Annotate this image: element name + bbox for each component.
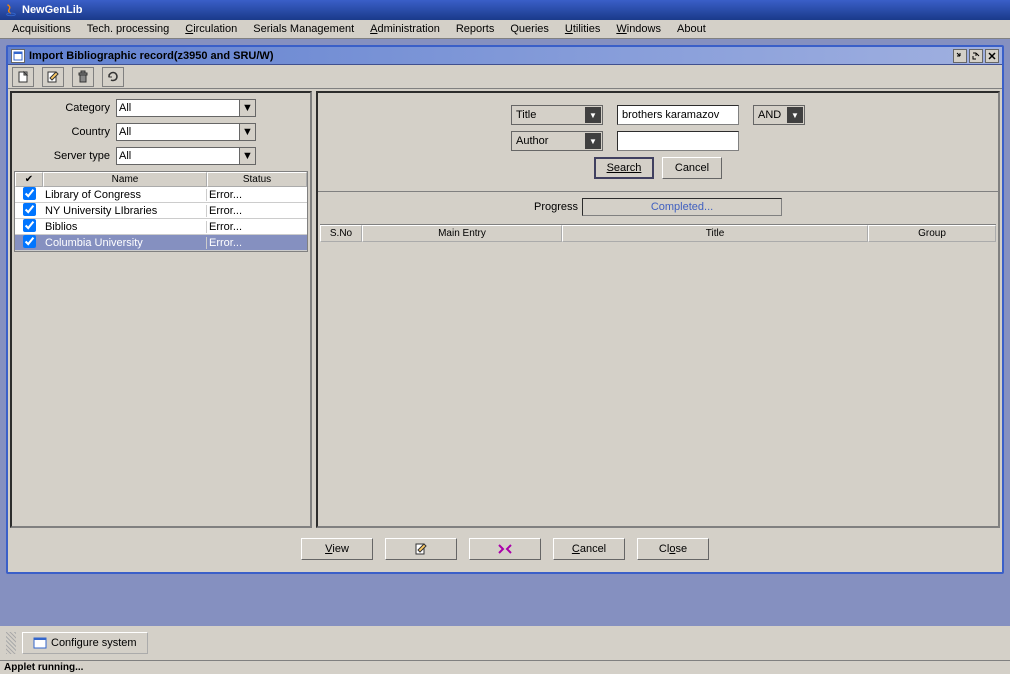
server-row[interactable]: Library of CongressError... [15,187,307,203]
op1-combo[interactable]: AND ▼ [753,105,805,125]
col-main-entry[interactable]: Main Entry [362,225,562,242]
minimize-button[interactable] [953,49,967,63]
col-group[interactable]: Group [868,225,996,242]
close-window-button[interactable]: Close [637,538,709,560]
col-name[interactable]: Name [43,172,207,187]
results-header: S.No Main Entry Title Group [320,225,996,242]
search-area: Title ▼ AND ▼ Author ▼ [318,93,998,191]
maximize-button[interactable] [969,49,983,63]
servertype-combo[interactable]: All ▼ [116,147,256,165]
chevron-down-icon: ▼ [239,100,255,116]
country-label: Country [16,126,116,138]
progress-bar: Completed... [582,198,782,216]
search-button[interactable]: Search [594,157,654,179]
menu-serials[interactable]: Serials Management [245,21,362,37]
col-status[interactable]: Status [207,172,307,187]
delete-button[interactable] [72,67,94,87]
server-status: Error... [207,221,307,233]
menu-windows[interactable]: Windows [608,21,669,37]
server-name: Biblios [43,221,207,233]
field1-input[interactable] [617,105,739,125]
results-body [320,242,996,522]
configure-system-button[interactable]: Configure system [22,632,148,654]
edit-button[interactable] [42,67,64,87]
country-combo[interactable]: All ▼ [116,123,256,141]
chevron-down-icon: ▼ [239,148,255,164]
menu-reports[interactable]: Reports [448,21,503,37]
search-panel: Title ▼ AND ▼ Author ▼ [316,91,1000,528]
app-title: NewGenLib [22,4,83,16]
search-cancel-button[interactable]: Cancel [662,157,722,179]
chevron-down-icon: ▼ [585,133,601,149]
menu-about[interactable]: About [669,21,714,37]
server-status: Error... [207,205,307,217]
bottom-area: Configure system Applet running... [0,626,1010,674]
chevron-down-icon: ▼ [585,107,601,123]
menu-administration[interactable]: Administration [362,21,448,37]
edit-record-button[interactable] [385,538,457,560]
java-icon [4,3,18,17]
server-status: Error... [207,189,307,201]
field2-input[interactable] [617,131,739,151]
bottom-buttons: View Cancel Close [8,530,1002,568]
status-bar: Applet running... [0,660,1010,674]
server-table: ✔ Name Status Library of CongressError..… [14,171,308,252]
server-row[interactable]: NY University LIbrariesError... [15,203,307,219]
servers-panel: Category All ▼ Country All ▼ Server type [10,91,312,528]
col-check[interactable]: ✔ [15,172,43,187]
server-checkbox[interactable] [23,187,36,200]
refresh-button[interactable] [102,67,124,87]
menu-queries[interactable]: Queries [502,21,557,37]
category-combo[interactable]: All ▼ [116,99,256,117]
window-icon [11,49,25,63]
category-label: Category [16,102,116,114]
menu-tech-processing[interactable]: Tech. processing [79,21,178,37]
menu-circulation[interactable]: Circulation [177,21,245,37]
server-name: Library of Congress [43,189,207,201]
internal-titlebar: Import Bibliographic record(z3950 and SR… [8,47,1002,65]
merge-button[interactable] [469,538,541,560]
progress-area: Progress Completed... [318,191,998,222]
import-biblio-window: Import Bibliographic record(z3950 and SR… [6,45,1004,574]
app-titlebar: NewGenLib [0,0,1010,20]
col-title[interactable]: Title [562,225,868,242]
menu-acquisitions[interactable]: Acquisitions [4,21,79,37]
mdi-area: Import Bibliographic record(z3950 and SR… [0,39,1010,580]
chevron-down-icon: ▼ [239,124,255,140]
col-sno[interactable]: S.No [320,225,362,242]
chevron-down-icon: ▼ [787,107,803,123]
server-table-header: ✔ Name Status [15,172,307,187]
server-status: Error... [207,237,307,249]
field1-type-combo[interactable]: Title ▼ [511,105,603,125]
server-row[interactable]: Columbia UniversityError... [15,235,307,251]
server-name: NY University LIbraries [43,205,207,217]
view-button[interactable]: View [301,538,373,560]
progress-label: Progress [534,201,578,213]
close-button[interactable] [985,49,999,63]
servertype-label: Server type [16,150,116,162]
taskbar: Configure system [0,626,1010,660]
menu-utilities[interactable]: Utilities [557,21,608,37]
new-button[interactable] [12,67,34,87]
results-table: S.No Main Entry Title Group [320,224,996,524]
server-checkbox[interactable] [23,219,36,232]
server-name: Columbia University [43,237,207,249]
internal-window-title: Import Bibliographic record(z3950 and SR… [29,50,953,62]
window-icon [33,636,47,650]
server-row[interactable]: BibliosError... [15,219,307,235]
cancel-button[interactable]: Cancel [553,538,625,560]
toolbar [8,65,1002,89]
server-checkbox[interactable] [23,203,36,216]
menubar: Acquisitions Tech. processing Circulatio… [0,20,1010,39]
server-checkbox[interactable] [23,235,36,248]
field2-type-combo[interactable]: Author ▼ [511,131,603,151]
taskbar-handle[interactable] [6,632,16,654]
content-area: Category All ▼ Country All ▼ Server type [8,89,1002,530]
